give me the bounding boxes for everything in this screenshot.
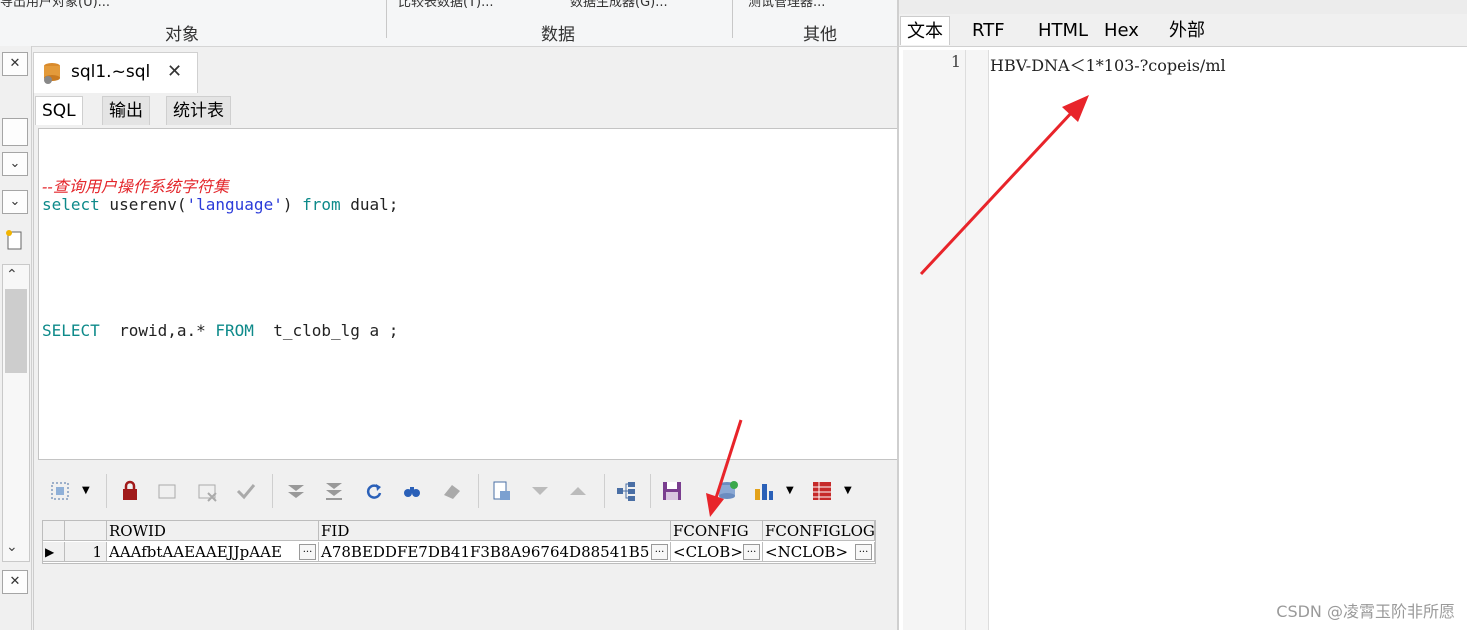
scroll-down-icon[interactable]: ⌄ — [6, 539, 18, 555]
chart-icon[interactable] — [752, 479, 776, 503]
tab-hex[interactable]: Hex — [1098, 16, 1145, 44]
column-header-fconfiglog[interactable]: FCONFIGLOG — [763, 521, 875, 541]
current-row-indicator-icon: ▶ — [43, 542, 65, 562]
ribbon-divider — [732, 0, 733, 38]
line-number-gutter: 1 — [903, 50, 966, 630]
sql-line: select userenv('language') from dual; — [42, 195, 398, 214]
dropdown-arrow-icon[interactable]: ▼ — [844, 485, 852, 496]
keyword: FROM — [215, 321, 254, 340]
delete-record-icon[interactable] — [196, 479, 220, 503]
close-icon[interactable]: ✕ — [2, 570, 28, 594]
clear-icon[interactable] — [440, 479, 464, 503]
tree-view-icon[interactable] — [614, 479, 638, 503]
toolbar-divider — [604, 474, 605, 508]
scroll-up-icon[interactable]: ⌃ — [6, 267, 18, 283]
toolbar-divider — [650, 474, 651, 508]
ribbon: 导出用户对象(U)... 比较表数据(T)... 数据生成器(G)... 测试管… — [0, 0, 897, 47]
tab-external[interactable]: 外部 — [1163, 16, 1211, 44]
left-panel-strip: ✕ ⌄ ⌄ ⌃ ⌄ ✕ — [0, 46, 32, 630]
new-file-icon[interactable] — [4, 228, 24, 252]
ribbon-item-data-generator[interactable]: 数据生成器(G)... — [570, 0, 720, 10]
tab-title: sql1.~sql — [71, 62, 151, 82]
grid-layout-icon[interactable] — [810, 479, 834, 503]
keyword: SELECT — [42, 321, 100, 340]
table-name: t_clob_lg a ; — [253, 321, 399, 340]
cell-ellipsis-button[interactable]: ... — [855, 544, 872, 560]
keyword: select — [42, 195, 100, 214]
close-icon[interactable]: ✕ — [2, 52, 28, 76]
sort-descending-icon[interactable] — [528, 479, 552, 503]
cell-ellipsis-button[interactable]: ... — [743, 544, 760, 560]
cell-ellipsis-button[interactable]: ... — [299, 544, 316, 560]
export-icon[interactable] — [490, 479, 514, 503]
column-header-fid[interactable]: FID — [319, 521, 671, 541]
toolbar-divider — [478, 474, 479, 508]
dropdown-arrow-icon[interactable]: ▼ — [786, 485, 794, 496]
dropdown-arrow-icon[interactable]: ▼ — [82, 485, 90, 496]
table-cell-rowid[interactable]: AAAfbtAAEAAEJJpAAE — [107, 542, 319, 562]
cell-value: A78BEDDFE7DB41F3B8A96764D88541B5 — [321, 543, 650, 561]
cell-value: AAAfbtAAEAAEJJpAAE — [109, 543, 282, 561]
tab-rtf[interactable]: RTF — [966, 16, 1011, 44]
row-number: 1 — [65, 542, 107, 562]
tab-output[interactable]: 输出 — [102, 96, 150, 125]
vertical-scrollbar[interactable]: ⌃ ⌄ — [2, 264, 30, 562]
close-icon[interactable]: ✕ — [167, 61, 182, 82]
keyword: from — [292, 195, 341, 214]
fold-gutter — [966, 50, 989, 630]
cell-ellipsis-button[interactable]: ... — [651, 544, 668, 560]
select-list: rowid,a.* — [99, 321, 216, 340]
save-icon[interactable] — [660, 479, 684, 503]
ribbon-group-objects: 对象 — [165, 25, 199, 45]
ribbon-group-data: 数据 — [541, 25, 575, 45]
ribbon-divider — [386, 0, 387, 38]
ribbon-group-other: 其他 — [803, 25, 837, 45]
column-header-rowid[interactable]: ROWID — [107, 521, 319, 541]
function-call: userenv( — [99, 195, 187, 214]
ribbon-item-export-user-objects[interactable]: 导出用户对象(U)... — [0, 0, 170, 10]
database-script-icon — [42, 61, 64, 85]
fetch-next-icon[interactable] — [284, 479, 308, 503]
refresh-icon[interactable] — [362, 479, 386, 503]
tab-text[interactable]: 文本 — [900, 16, 950, 45]
watermark: CSDN @凌霄玉阶非所愿 — [1276, 602, 1455, 621]
tab-html[interactable]: HTML — [1032, 16, 1094, 44]
sql-editor[interactable]: --查询用户操作系统字符集 select userenv('language')… — [38, 128, 898, 460]
line-number: 1 — [950, 52, 961, 71]
sort-ascending-icon[interactable] — [566, 479, 590, 503]
sql-line: SELECT rowid,a.* FROM t_clob_lg a ; — [42, 321, 398, 340]
editor-toolbar-strip — [899, 0, 1467, 14]
insert-record-icon[interactable] — [156, 479, 180, 503]
cell-value: <CLOB> — [673, 543, 743, 561]
scrollbar-thumb[interactable] — [5, 289, 27, 373]
sql-comment: --查询用户操作系统字符集 — [42, 177, 229, 196]
ribbon-item-compare-table-data[interactable]: 比较表数据(T)... — [398, 0, 553, 10]
lock-icon[interactable] — [118, 479, 142, 503]
toolbar-divider — [272, 474, 273, 508]
select-icon[interactable] — [48, 479, 72, 503]
fetch-last-icon[interactable] — [322, 479, 346, 503]
row-indicator-header — [43, 521, 65, 541]
toolbar-divider — [106, 474, 107, 508]
tab-statistics[interactable]: 统计表 — [166, 96, 231, 125]
clob-text-content[interactable]: HBV-DNA＜1*103-?copeis/ml — [990, 52, 1226, 76]
post-changes-icon[interactable] — [234, 479, 258, 503]
tab-sql[interactable]: SQL — [35, 96, 83, 125]
result-toolbar: ▼ ▼ ▼ — [38, 466, 896, 518]
table-name: dual; — [340, 195, 399, 214]
chevron-down-icon[interactable]: ⌄ — [2, 152, 28, 176]
find-icon[interactable] — [400, 479, 424, 503]
tab-sql1[interactable]: sql1.~sql ✕ — [33, 52, 198, 93]
string-literal: 'language' — [186, 195, 283, 214]
column-header-fconfig[interactable]: FCONFIG — [671, 521, 763, 541]
ribbon-item-test-manager[interactable]: 测试管理器... — [748, 0, 888, 10]
database-icon[interactable] — [716, 479, 740, 503]
result-grid: ROWID FID FCONFIG FCONFIGLOG ▶ 1 AAAfbtA… — [42, 520, 876, 564]
cell-value: <NCLOB> — [765, 543, 849, 561]
table-cell-fid[interactable]: A78BEDDFE7DB41F3B8A96764D88541B5 — [319, 542, 671, 562]
chevron-down-icon[interactable]: ⌄ — [2, 190, 28, 214]
row-number-header — [65, 521, 107, 541]
panel-button[interactable] — [2, 118, 28, 146]
